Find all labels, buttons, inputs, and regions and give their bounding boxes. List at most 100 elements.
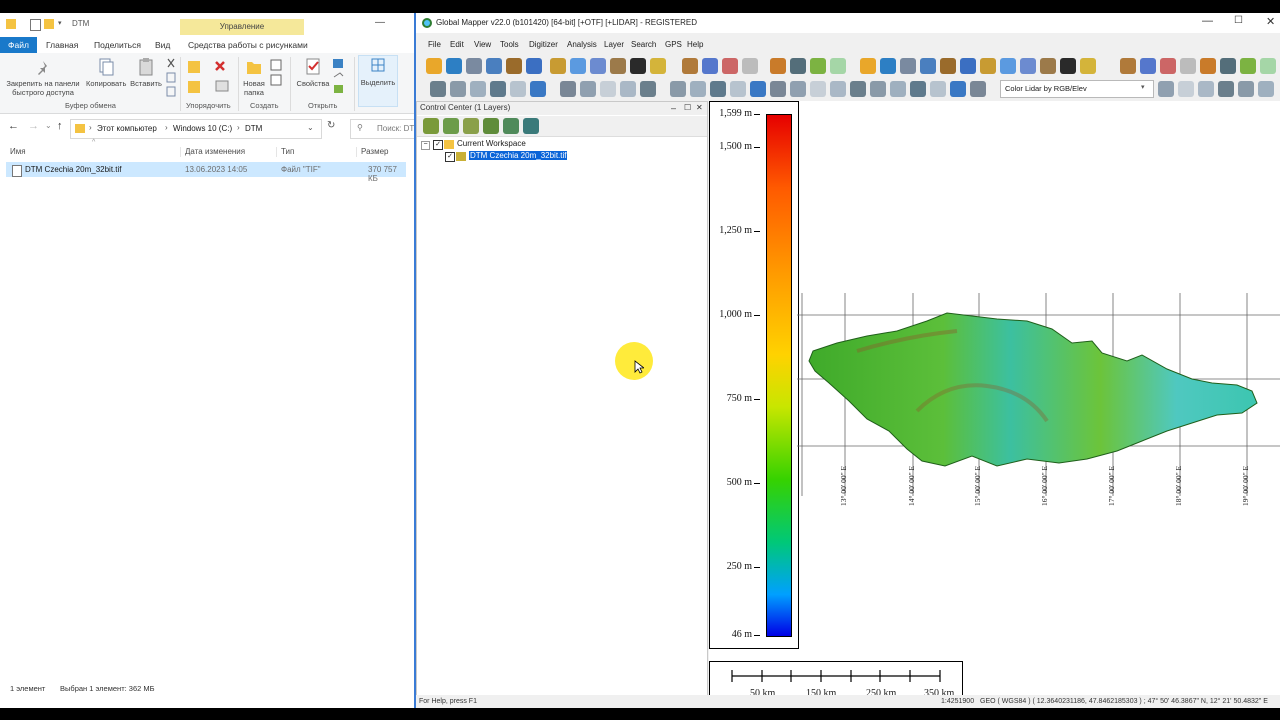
draw-icon[interactable] — [1238, 81, 1254, 97]
terrain-icon[interactable] — [742, 58, 758, 74]
select-icon[interactable] — [530, 81, 546, 97]
path-profile-icon[interactable] — [810, 58, 826, 74]
pin-quick-access-button[interactable]: Закрепить на панели быстрого доступа — [4, 59, 82, 97]
measure-icon[interactable] — [702, 58, 718, 74]
panel-minimize-icon[interactable]: – — [671, 102, 676, 114]
split-icon[interactable] — [1158, 81, 1174, 97]
zoom-in-icon[interactable] — [1000, 58, 1016, 74]
new-item-icon[interactable] — [270, 59, 284, 89]
lidar-icon[interactable] — [1260, 58, 1276, 74]
node-icon[interactable] — [930, 81, 946, 97]
copy-button[interactable]: Копировать — [86, 57, 126, 88]
tab-file[interactable]: Файл — [0, 37, 37, 53]
menu-digitizer[interactable]: Digitizer — [529, 37, 558, 53]
color-mode-dropdown[interactable]: Color Lidar by RGB/Elev ▾ — [1000, 80, 1154, 98]
new-folder-quick-icon[interactable] — [44, 19, 54, 29]
tools-icon[interactable] — [506, 58, 522, 74]
map-view[interactable]: 1,599 m 1,500 m 1,250 m 1,000 m 750 m 500 m 25… — [709, 101, 1280, 705]
layer-icon[interactable] — [526, 58, 542, 74]
export-icon[interactable] — [1200, 58, 1216, 74]
menu-edit[interactable]: Edit — [450, 37, 464, 53]
vertex-icon[interactable] — [890, 81, 906, 97]
minimize-button[interactable]: — — [375, 17, 385, 28]
measure-icon[interactable] — [1140, 58, 1156, 74]
open-icons[interactable] — [332, 57, 348, 95]
info-icon[interactable] — [722, 58, 738, 74]
edit-icon[interactable] — [650, 58, 666, 74]
menu-help[interactable]: Help — [687, 37, 703, 53]
digitizer-line-icon[interactable] — [850, 81, 866, 97]
paste-button[interactable]: Вставить — [128, 57, 164, 88]
layer-checkbox[interactable]: ✓ — [445, 152, 455, 162]
select-button[interactable]: Выделить — [358, 55, 398, 107]
column-size[interactable]: Размер — [361, 147, 389, 156]
draw-icon[interactable] — [670, 81, 686, 97]
workspace-checkbox[interactable]: ✓ — [433, 140, 443, 150]
breadcrumb-folder[interactable]: DTM — [245, 124, 262, 133]
add-layer-icon[interactable] — [443, 118, 459, 134]
back-arrow-icon[interactable]: ← — [8, 120, 19, 132]
digitizer-line-icon[interactable] — [1218, 81, 1234, 97]
open-file-icon[interactable] — [860, 58, 876, 74]
split-icon[interactable] — [790, 81, 806, 97]
back-icon[interactable] — [1040, 58, 1056, 74]
back-icon[interactable] — [610, 58, 626, 74]
menu-view[interactable]: View — [474, 37, 491, 53]
vertex-icon[interactable] — [1258, 81, 1274, 97]
select-icon[interactable] — [750, 81, 766, 97]
config-icon[interactable] — [486, 58, 502, 74]
panel-restore-icon[interactable]: ☐ — [684, 102, 691, 114]
export-icon[interactable] — [770, 58, 786, 74]
join-icon[interactable] — [600, 81, 616, 97]
up-arrow-icon[interactable]: ↑ — [57, 120, 63, 132]
filter-icon[interactable] — [620, 81, 636, 97]
edit-feature-icon[interactable] — [970, 81, 986, 97]
snap-icon[interactable] — [490, 81, 506, 97]
zoom-out-icon[interactable] — [590, 58, 606, 74]
3d-icon[interactable] — [1120, 58, 1136, 74]
refresh-icon[interactable]: ↻ — [327, 120, 335, 131]
address-bar[interactable]: › Этот компьютер › Windows 10 (C:) › DTM… — [70, 119, 322, 139]
layer-options-icon[interactable] — [483, 118, 499, 134]
menu-file[interactable]: File — [428, 37, 441, 53]
search-layer-icon[interactable] — [503, 118, 519, 134]
join-icon[interactable] — [1178, 81, 1194, 97]
column-date[interactable]: Дата изменения — [185, 147, 245, 156]
tools-icon[interactable] — [940, 58, 956, 74]
organize-icons[interactable] — [186, 59, 234, 97]
join-icon[interactable] — [810, 81, 826, 97]
tab-home[interactable]: Главная — [46, 37, 78, 53]
globe-icon[interactable] — [446, 58, 462, 74]
breadcrumb-this-pc[interactable]: Этот компьютер — [97, 124, 157, 133]
edit-feature-icon[interactable] — [560, 81, 576, 97]
panel-close-icon[interactable]: ✕ — [696, 102, 703, 114]
forward-arrow-icon[interactable]: → — [28, 120, 39, 132]
filter-icon[interactable] — [1198, 81, 1214, 97]
column-divider[interactable] — [276, 147, 277, 157]
path-profile-icon[interactable] — [1240, 58, 1256, 74]
lidar-icon[interactable] — [830, 58, 846, 74]
minimize-button[interactable]: — — [1202, 15, 1213, 27]
info-icon[interactable] — [1160, 58, 1176, 74]
draw-icon[interactable] — [450, 81, 466, 97]
column-name[interactable]: Имя — [10, 147, 26, 156]
open-data-icon[interactable] — [423, 118, 439, 134]
properties-quick-icon[interactable] — [30, 19, 41, 31]
maximize-button[interactable]: ☐ — [1234, 15, 1243, 26]
split-icon[interactable] — [580, 81, 596, 97]
breadcrumb-drive[interactable]: Windows 10 (C:) — [173, 124, 232, 133]
address-dropdown-icon[interactable]: ⌄ — [307, 123, 314, 132]
menu-search[interactable]: Search — [631, 37, 656, 53]
node-icon[interactable] — [730, 81, 746, 97]
filter-icon[interactable] — [830, 81, 846, 97]
view-layer-icon[interactable] — [523, 118, 539, 134]
draw-icon[interactable] — [870, 81, 886, 97]
vertex-icon[interactable] — [470, 81, 486, 97]
globe-icon[interactable] — [880, 58, 896, 74]
tab-share[interactable]: Поделиться — [94, 37, 141, 53]
menu-layer[interactable]: Layer — [604, 37, 624, 53]
zoom-out-icon[interactable] — [1020, 58, 1036, 74]
pan-icon[interactable] — [550, 58, 566, 74]
digitizer-line-icon[interactable] — [430, 81, 446, 97]
3d-icon[interactable] — [682, 58, 698, 74]
